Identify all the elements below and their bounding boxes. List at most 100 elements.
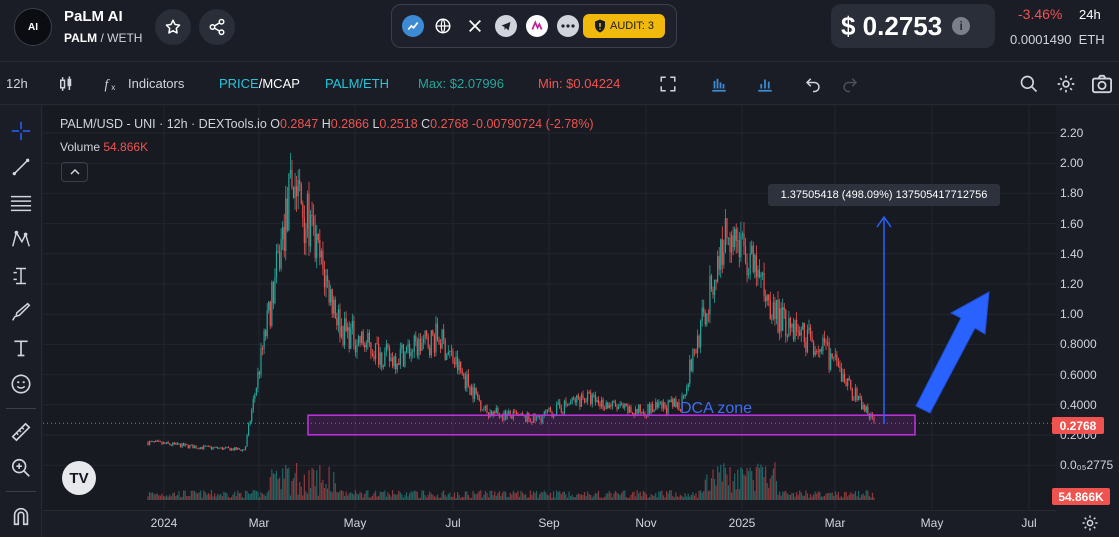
trendline-icon[interactable] xyxy=(8,154,34,180)
more-icon[interactable] xyxy=(557,15,579,37)
ohlc-legend: PALM/USD - UNI · 12h · DEXTools.io O0.28… xyxy=(60,117,594,131)
chart-canvas[interactable] xyxy=(43,106,1056,510)
volume-bar xyxy=(385,496,387,500)
settings-icon[interactable] xyxy=(1054,72,1078,96)
volume-bar xyxy=(333,471,335,500)
price-toggle[interactable]: PRICE/MCAP xyxy=(219,76,300,91)
candle-body xyxy=(348,327,350,349)
magnet-icon[interactable] xyxy=(8,503,34,529)
camera-icon[interactable] xyxy=(1090,72,1114,96)
pair-toggle[interactable]: PALM/ETH xyxy=(325,76,389,91)
volume-bar xyxy=(644,492,646,500)
volume-bar xyxy=(447,493,449,500)
volume-bar xyxy=(665,491,668,500)
tradingview-logo[interactable]: TV xyxy=(62,461,96,495)
bar-chart-icon[interactable] xyxy=(707,72,731,96)
indicators-button[interactable]: Indicators xyxy=(128,76,184,91)
candle-body xyxy=(862,405,864,410)
candle-body xyxy=(302,203,304,218)
candle-body xyxy=(187,444,189,449)
candle-body xyxy=(475,387,477,394)
undo-icon[interactable] xyxy=(801,72,825,96)
candle-body xyxy=(339,309,341,337)
emoji-icon[interactable] xyxy=(8,371,34,397)
candle-body xyxy=(630,406,632,413)
volume-bar xyxy=(474,493,476,500)
price-axis[interactable]: 2.20 2.00 1.80 1.60 1.40 1.20 1.00 0.8000 0.6000… xyxy=(1056,106,1119,510)
candle-body xyxy=(147,442,149,446)
volume-bar xyxy=(630,494,632,500)
candle-body xyxy=(361,331,363,343)
candle-body xyxy=(682,395,685,397)
candle-body xyxy=(333,299,335,314)
volume-bar xyxy=(148,491,151,500)
compare-icon[interactable] xyxy=(753,72,777,96)
volume-bar xyxy=(565,494,567,500)
volume-bar xyxy=(548,495,550,500)
candle-body xyxy=(549,407,552,413)
candle-body xyxy=(571,397,573,403)
info-icon[interactable]: i xyxy=(952,17,971,35)
redo-icon[interactable] xyxy=(838,72,862,96)
volume-bar xyxy=(633,491,635,500)
volume-bar xyxy=(422,490,425,500)
zoom-icon[interactable] xyxy=(1017,72,1041,96)
volume-bar xyxy=(777,494,779,500)
volume-bar xyxy=(514,492,516,500)
pattern-icon[interactable] xyxy=(8,226,34,252)
candle-type-icon[interactable] xyxy=(54,72,78,96)
candle-body xyxy=(652,404,654,412)
volume-bar xyxy=(184,490,186,500)
collapse-legend-button[interactable] xyxy=(61,162,88,182)
volume-bar xyxy=(712,469,714,500)
candle-body xyxy=(331,289,333,314)
chart-icon[interactable] xyxy=(402,15,424,37)
volume-bar xyxy=(823,495,826,500)
audit-badge[interactable]: AUDIT: 3 xyxy=(583,14,665,38)
volume-bar xyxy=(480,490,482,500)
candle-body xyxy=(605,402,607,410)
axis-settings-icon[interactable] xyxy=(1079,512,1101,534)
text-icon[interactable] xyxy=(8,335,34,361)
volume-bar xyxy=(271,469,273,500)
candle-body xyxy=(658,402,660,408)
volume-bar xyxy=(204,492,206,500)
x-tick-label: May xyxy=(920,516,944,530)
indicators-icon[interactable]: fx xyxy=(100,72,124,96)
favorite-button[interactable] xyxy=(155,9,191,45)
volume-bar xyxy=(285,464,287,500)
fullscreen-icon[interactable] xyxy=(656,72,680,96)
volume-bar xyxy=(200,490,202,500)
volume-bar xyxy=(238,493,240,500)
price-chart[interactable] xyxy=(43,106,1056,510)
brush-icon[interactable] xyxy=(8,299,34,325)
interval-select[interactable]: 12h xyxy=(6,76,28,91)
candle-body xyxy=(404,351,406,367)
crosshair-icon[interactable] xyxy=(8,118,34,144)
candle-body xyxy=(393,356,395,367)
telegram-icon[interactable] xyxy=(495,15,517,37)
app-icon[interactable] xyxy=(526,15,548,37)
volume-bar xyxy=(300,486,302,500)
candle-body xyxy=(155,440,157,442)
fib-icon[interactable] xyxy=(8,190,34,216)
candle-body xyxy=(291,169,293,188)
candle-body xyxy=(546,409,548,413)
candle-body xyxy=(791,323,793,328)
time-axis[interactable]: 2024 Mar May Jul Sep Nov 2025 Mar May Jul xyxy=(43,510,1056,537)
candle-body xyxy=(743,233,745,247)
volume-bar xyxy=(446,496,448,500)
measure-icon[interactable] xyxy=(8,263,34,289)
candle-body xyxy=(569,402,572,404)
zoom-in-icon[interactable] xyxy=(8,455,34,481)
x-icon[interactable] xyxy=(464,15,486,37)
candle-body xyxy=(568,403,570,405)
candle-body xyxy=(252,398,254,411)
volume-bar xyxy=(868,495,870,500)
x-tick-label: Jul xyxy=(1021,516,1037,530)
ruler-icon[interactable] xyxy=(8,419,34,445)
candle-body xyxy=(545,411,547,413)
share-button[interactable] xyxy=(199,9,235,45)
globe-icon[interactable] xyxy=(432,15,454,37)
close-label: C xyxy=(421,117,431,131)
